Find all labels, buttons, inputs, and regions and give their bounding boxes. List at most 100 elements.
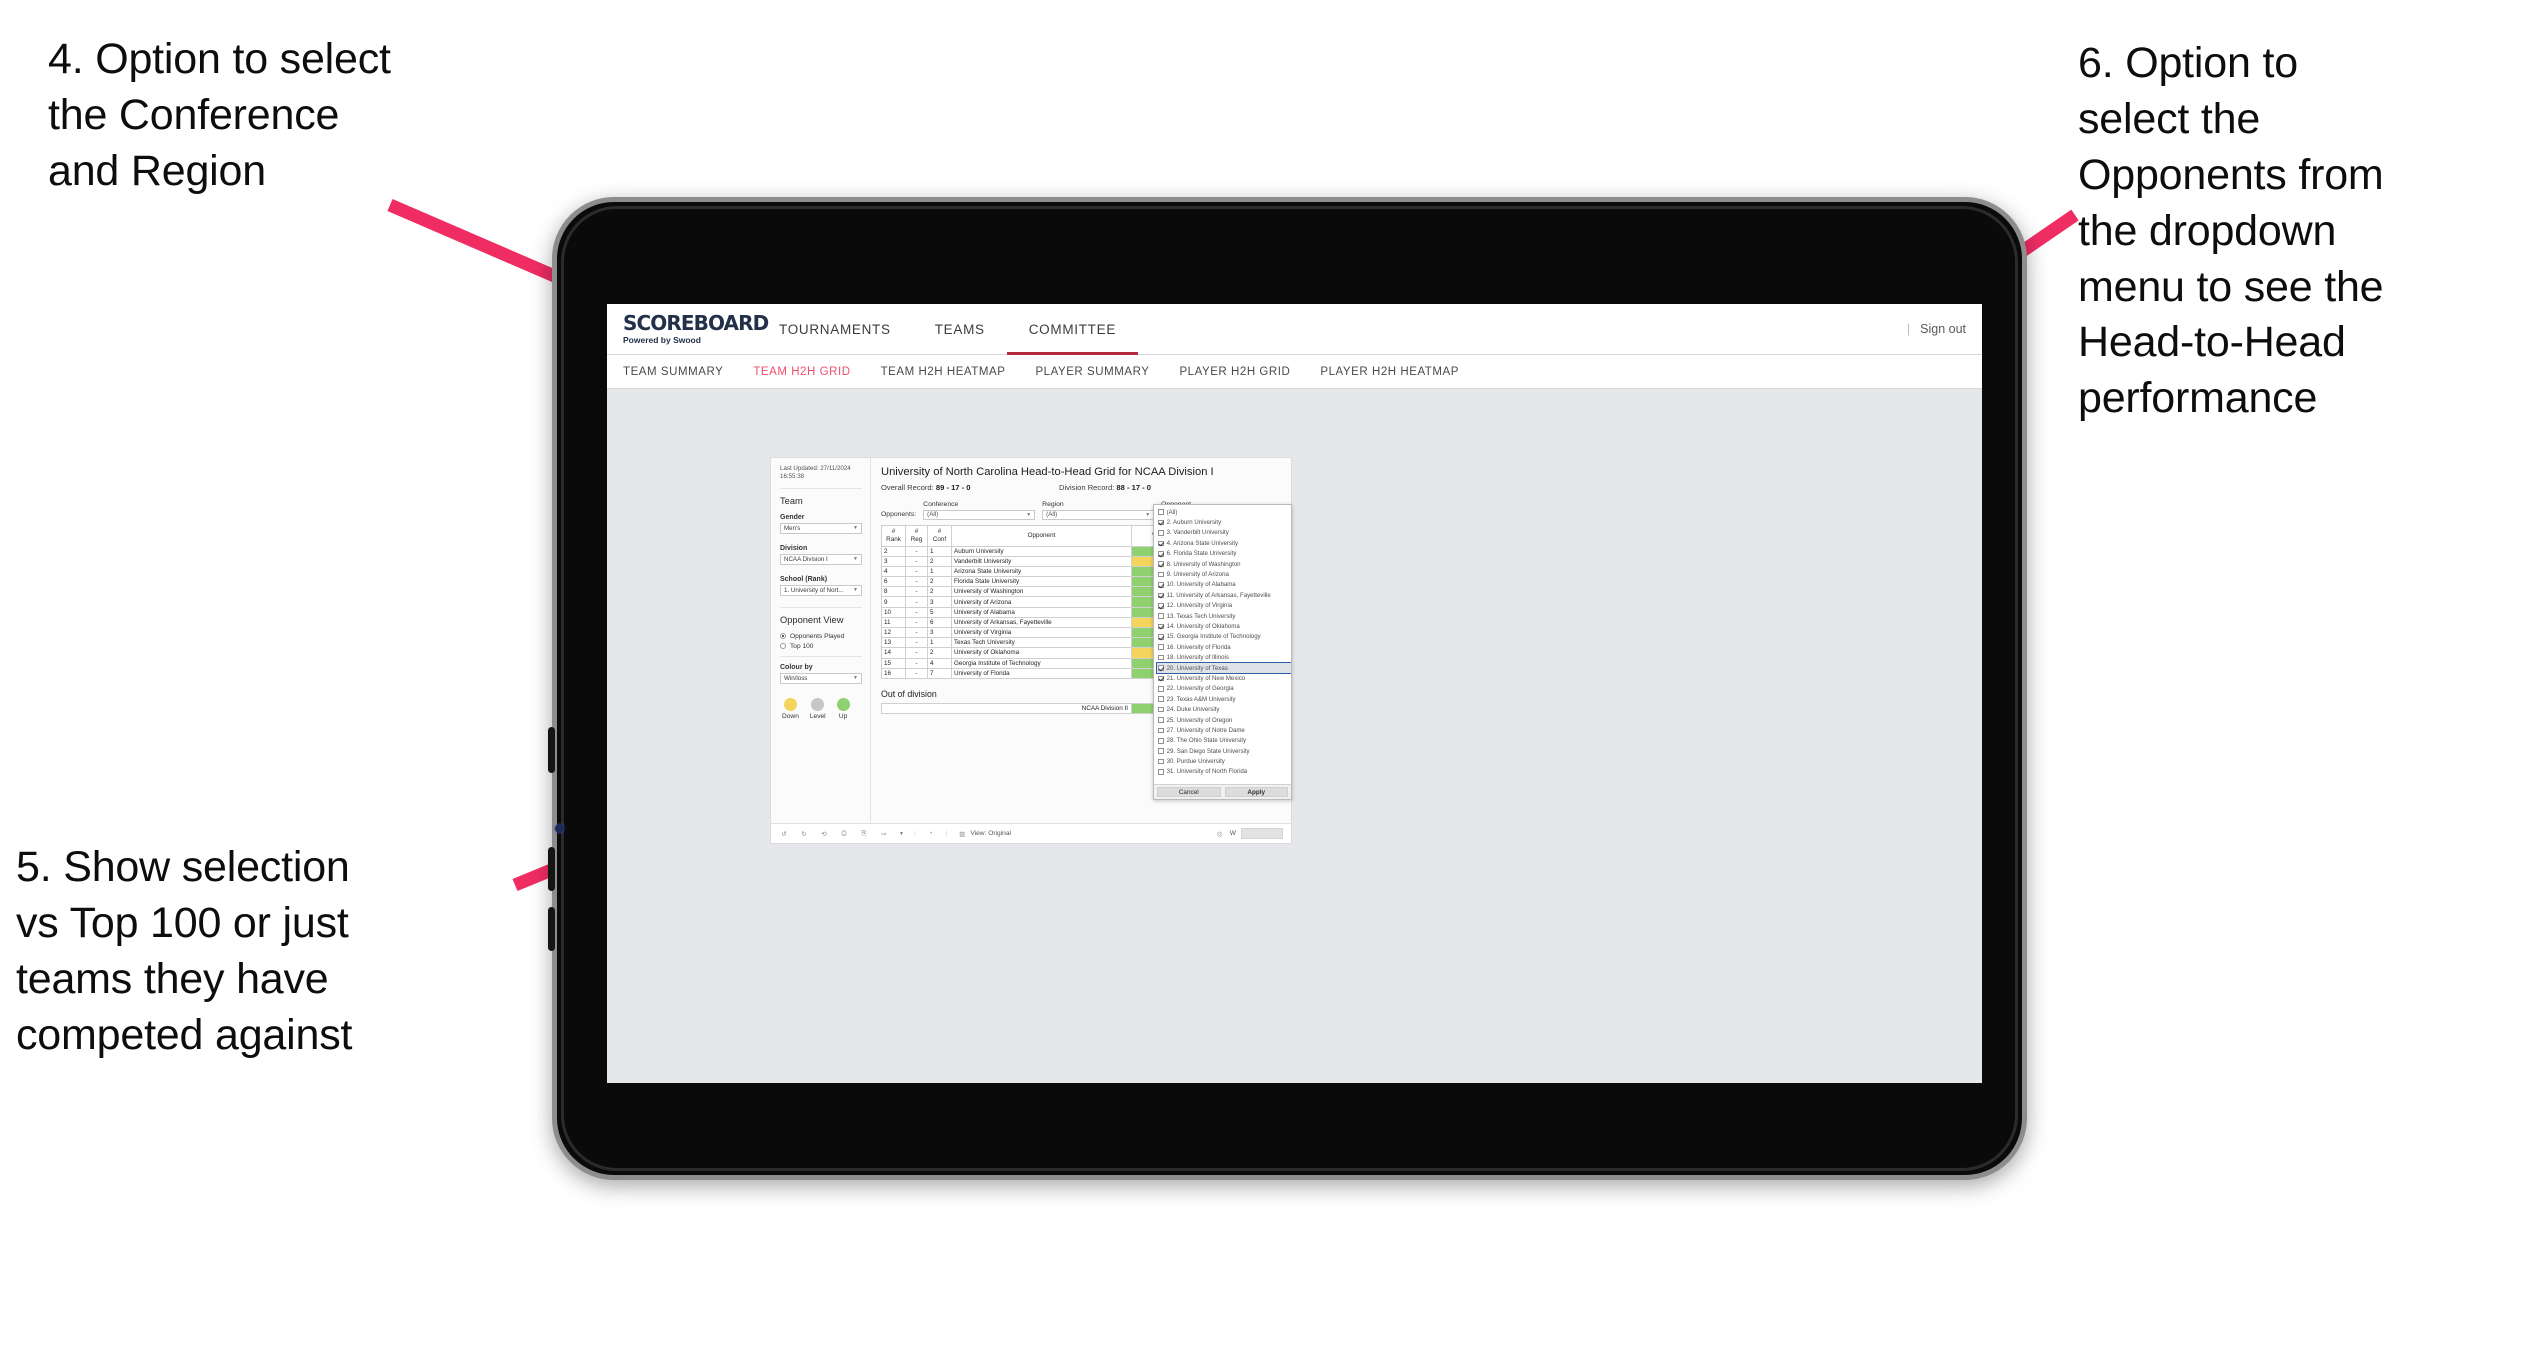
region-filter: Region (All) ▼ [1042, 501, 1155, 520]
opponent-dropdown-item[interactable]: 25. University of Oregon [1157, 715, 1291, 725]
opponent-dropdown-item[interactable]: 20. University of Texas [1156, 661, 1291, 675]
sub-navigation-bar: TEAM SUMMARY TEAM H2H GRID TEAM H2H HEAT… [607, 355, 1982, 389]
revert-icon[interactable]: ⟲ [819, 829, 829, 839]
checkbox-unchecked-icon[interactable] [1158, 737, 1164, 744]
col-opponent[interactable]: Opponent [951, 524, 1132, 547]
opponent-dropdown-item[interactable]: 24. Duke University [1157, 704, 1291, 714]
checkbox-checked-icon[interactable] [1158, 540, 1164, 547]
checkbox-checked-icon[interactable] [1158, 634, 1164, 640]
checkbox-unchecked-icon[interactable] [1158, 748, 1164, 754]
checkbox-checked-icon[interactable] [1158, 519, 1164, 526]
col-rank[interactable]: # Rank [881, 524, 906, 547]
chevron-down-icon: ▼ [853, 556, 858, 563]
subnav-player-summary[interactable]: PLAYER SUMMARY [1035, 366, 1149, 378]
pause-updates-icon[interactable]: ⎘ [859, 829, 869, 839]
opponent-dropdown-item[interactable]: 23. Texas A&M University [1157, 694, 1291, 704]
opponent-dropdown-item[interactable]: 14. University of Oklahoma [1157, 621, 1291, 631]
checkbox-unchecked-icon[interactable] [1158, 727, 1164, 734]
checkbox-checked-icon[interactable] [1158, 602, 1164, 609]
school-rank-select[interactable]: 1. University of Nort... ▼ [780, 584, 862, 596]
chevron-down-icon: ▼ [1145, 511, 1151, 518]
checkbox-unchecked-icon[interactable] [1158, 769, 1164, 775]
opponent-dropdown-item[interactable]: 22. University of Georgia [1157, 684, 1291, 694]
watch-eye-icon[interactable]: ◎ [1215, 829, 1225, 839]
checkbox-unchecked-icon[interactable] [1158, 613, 1164, 619]
cell-reg: - [905, 647, 928, 659]
opponent-dropdown-item[interactable]: 12. University of Virginia [1157, 601, 1291, 611]
device-button-power[interactable] [548, 907, 555, 951]
checkbox-checked-icon[interactable] [1158, 623, 1164, 630]
opponent-dropdown-item[interactable]: 6. Florida State University [1157, 549, 1291, 559]
opponent-dropdown-item[interactable]: 11. University of Arkansas, Fayetteville [1157, 590, 1291, 600]
opponent-dropdown-item[interactable]: 28. The Ohio State University [1157, 736, 1291, 746]
opponent-dropdown-item[interactable]: 18. University of Illinois [1157, 652, 1291, 662]
opponent-dropdown-item[interactable]: 15. Georgia Institute of Technology [1157, 632, 1291, 642]
col-reg[interactable]: # Reg [905, 524, 928, 547]
nav-item-committee[interactable]: COMMITTEE [1007, 304, 1138, 355]
cancel-button[interactable]: Cancel [1157, 787, 1221, 797]
checkbox-unchecked-icon[interactable] [1158, 644, 1164, 651]
opponent-dropdown-panel[interactable]: (All) 2. Auburn University 3. Vanderbilt U… [1153, 504, 1292, 800]
opponent-dropdown-item[interactable]: 27. University of Notre Dame [1157, 725, 1291, 735]
checkbox-unchecked-icon[interactable] [1158, 509, 1164, 515]
radio-opponents-played[interactable]: Opponents Played [780, 633, 862, 640]
share-button[interactable] [1241, 828, 1283, 839]
opponent-dropdown-item[interactable]: 9. University of Arizona [1157, 569, 1291, 579]
opponent-dropdown-item[interactable]: 29. San Diego State University [1157, 746, 1291, 756]
checkbox-unchecked-icon[interactable] [1158, 686, 1164, 692]
checkbox-unchecked-icon[interactable] [1158, 530, 1164, 536]
device-button-volume-up[interactable] [548, 727, 555, 773]
checkbox-unchecked-icon[interactable] [1158, 571, 1164, 578]
history-icon[interactable]: ◔ [926, 829, 936, 839]
checkbox-unchecked-icon[interactable] [1158, 758, 1164, 765]
subnav-team-h2h-heatmap[interactable]: TEAM H2H HEATMAP [881, 366, 1006, 378]
cell-opponent: University of Washington [951, 586, 1132, 598]
opponent-dropdown-item[interactable]: 30. Purdue University [1157, 756, 1291, 766]
checkbox-checked-icon[interactable] [1158, 665, 1164, 671]
checkbox-checked-icon[interactable] [1158, 582, 1164, 588]
opponent-dropdown-item[interactable]: 16. University of Florida [1157, 642, 1291, 652]
checkbox-checked-icon[interactable] [1158, 592, 1164, 599]
redo-icon[interactable]: ↻ [799, 829, 809, 839]
conference-select[interactable]: (All) ▼ [923, 509, 1036, 520]
view-chip[interactable]: ▥ View: Original [957, 829, 1011, 839]
opponent-dropdown-item[interactable]: 4. Arizona State University [1157, 538, 1291, 548]
undo-icon[interactable]: ↺ [779, 829, 789, 839]
nav-item-tournaments[interactable]: TOURNAMENTS [757, 304, 913, 355]
opponent-dropdown-item[interactable]: 10. University of Alabama [1157, 580, 1291, 590]
opponent-dropdown-item-label: 16. University of Florida [1166, 643, 1231, 651]
opponent-dropdown-item[interactable]: 13. Texas Tech University [1157, 611, 1291, 621]
nav-item-teams[interactable]: TEAMS [913, 304, 1007, 355]
subnav-player-h2h-grid[interactable]: PLAYER H2H GRID [1179, 366, 1290, 378]
checkbox-unchecked-icon[interactable] [1158, 717, 1164, 723]
apply-button[interactable]: Apply [1224, 787, 1288, 797]
subnav-team-h2h-grid[interactable]: TEAM H2H GRID [753, 366, 850, 378]
checkbox-checked-icon[interactable] [1158, 561, 1164, 567]
checkbox-checked-icon[interactable] [1158, 675, 1164, 682]
sign-out-link[interactable]: Sign out [1920, 322, 1966, 336]
gender-select[interactable]: Men's ▼ [780, 522, 862, 534]
opponent-dropdown-item[interactable]: (All) [1157, 507, 1291, 517]
region-select[interactable]: (All) ▼ [1042, 509, 1155, 520]
radio-top-100[interactable]: Top 100 [780, 643, 862, 650]
opponent-dropdown-item[interactable]: 21. University of New Mexico [1157, 673, 1291, 683]
refresh-data-icon[interactable]: ⎙ [839, 829, 849, 839]
opponent-dropdown-list[interactable]: (All) 2. Auburn University 3. Vanderbilt U… [1154, 505, 1291, 784]
opponent-dropdown-item[interactable]: 3. Vanderbilt University [1157, 528, 1291, 538]
subnav-team-summary[interactable]: TEAM SUMMARY [623, 366, 723, 378]
division-select[interactable]: NCAA Division I ▼ [780, 553, 862, 565]
checkbox-unchecked-icon[interactable] [1158, 654, 1164, 661]
subnav-player-h2h-heatmap[interactable]: PLAYER H2H HEATMAP [1320, 366, 1459, 378]
checkbox-unchecked-icon[interactable] [1158, 696, 1164, 703]
checkbox-checked-icon[interactable] [1158, 550, 1164, 557]
col-conf[interactable]: # Conf [927, 524, 952, 547]
app-logo[interactable]: SCOREBOARD Powered by Swood [607, 313, 769, 345]
opponent-dropdown-item[interactable]: 2. Auburn University [1157, 517, 1291, 527]
checkbox-unchecked-icon[interactable] [1158, 706, 1164, 713]
opponent-dropdown-item[interactable]: 31. University of North Florida [1157, 767, 1291, 777]
device-button-volume-down[interactable] [548, 847, 555, 891]
share-icon[interactable]: ⇨ [879, 829, 889, 839]
chevron-down-icon[interactable]: ▼ [899, 831, 904, 837]
opponent-dropdown-item[interactable]: 8. University of Washington [1157, 559, 1291, 569]
colour-by-select[interactable]: Win/loss ▼ [780, 672, 862, 684]
